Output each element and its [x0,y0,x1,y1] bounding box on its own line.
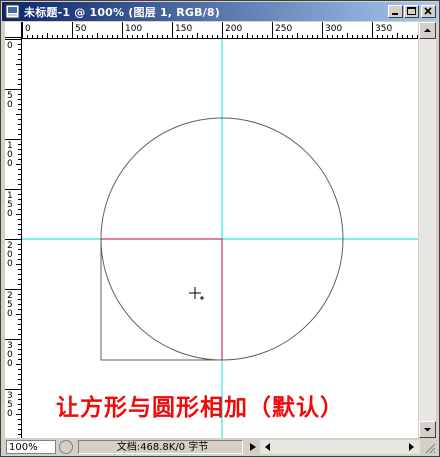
ruler-label: 0 [25,24,31,34]
status-bar: 100% 文档:468.8K/0 字节 [2,439,438,456]
ruler-label: 300 [325,24,342,34]
ruler-label: 0 [7,159,13,169]
ruler-label: 0 [7,359,13,369]
title-bar[interactable]: 未标题-1 @ 100% (图层 1, RGB/8) [2,2,438,21]
ruler-label: 200 [225,24,242,34]
ruler-label: 150 [175,24,192,34]
close-button[interactable] [421,5,436,18]
vertical-ruler[interactable]: 050100150200250300350 [5,38,22,438]
ruler-label: 0 [7,259,13,269]
zoom-level-field[interactable]: 100% [6,440,56,454]
ruler-label: 0 [7,41,13,51]
scroll-down-button[interactable] [419,421,436,438]
document-canvas[interactable] [22,39,418,438]
arrow-right-icon[interactable] [405,440,417,454]
close-icon [424,7,432,15]
ruler-label: 0 [7,309,13,319]
minimize-icon [392,13,398,15]
arrow-left-icon[interactable] [262,440,274,454]
ruler-label: 0 [7,209,13,219]
ruler-label: 0 [7,100,13,110]
status-indicator-icon[interactable] [59,440,73,454]
ruler-label: 350 [375,24,392,34]
photoshop-document-icon [5,4,20,19]
horizontal-ruler[interactable]: 0 50 100 150 200 250 300 350 [22,22,418,39]
document-size-info: 文档:468.8K/0 字节 [78,440,243,454]
shape-selection-edge [101,238,223,360]
status-menu-arrow-icon[interactable] [247,440,259,454]
ruler-label: 0 [7,409,13,419]
maximize-button[interactable] [404,5,419,18]
minimize-button[interactable] [388,5,403,18]
resize-grip-icon[interactable] [423,441,436,454]
crosshair-add-cursor-icon [189,287,204,300]
caption-text: 让方形与圆形相加（默认） [56,395,344,421]
horizontal-scrollbar[interactable] [260,440,420,454]
ruler-label: 50 [75,24,87,34]
vertical-scrollbar[interactable] [419,22,436,438]
arrow-down-icon [424,428,431,432]
ruler-origin[interactable] [5,22,22,38]
ruler-label: 100 [125,24,142,34]
document-window: 未标题-1 @ 100% (图层 1, RGB/8) 0 50 100 150 200 2… [0,0,440,457]
ruler-label: 250 [275,24,292,34]
rectangle-path[interactable] [100,239,222,361]
window-title: 未标题-1 @ 100% (图层 1, RGB/8) [24,6,220,19]
scroll-up-button[interactable] [419,22,436,39]
arrow-up-icon [424,28,431,32]
maximize-icon [407,7,416,15]
